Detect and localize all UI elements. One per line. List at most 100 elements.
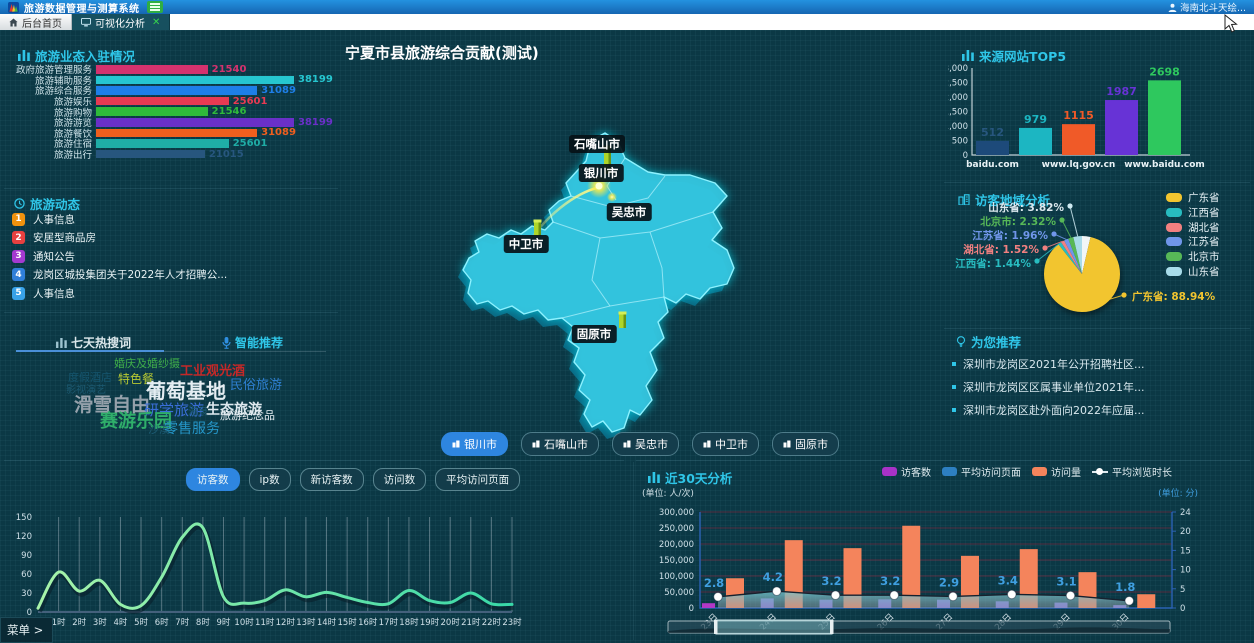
tab-visual-analysis[interactable]: 可视化分析 ✕ bbox=[72, 14, 170, 30]
duration-dot bbox=[772, 587, 781, 596]
svg-text:0: 0 bbox=[689, 604, 694, 614]
pie-legend-item[interactable]: 江西省 bbox=[1166, 205, 1220, 220]
datazoom-slider[interactable] bbox=[668, 620, 1170, 634]
legend-label: 访问量 bbox=[1051, 464, 1081, 479]
duration-dot bbox=[949, 592, 958, 601]
bar-value-label: 31089 bbox=[261, 127, 296, 138]
cloud-word[interactable]: 零售服务 bbox=[164, 422, 220, 436]
svg-text:50,000: 50,000 bbox=[664, 588, 694, 598]
menu-collapse-button[interactable]: 菜单 > bbox=[0, 617, 53, 643]
news-item[interactable]: 3通知公告 bbox=[12, 247, 332, 266]
dashboard-root: 旅游数据管理与测算系统 海南北斗天绘... 后台首页 可视化分析 ✕ 旅游业态入… bbox=[0, 0, 1254, 643]
news-rank-badge: 3 bbox=[12, 250, 25, 263]
building-icon bbox=[703, 440, 711, 448]
duration-dot bbox=[1125, 597, 1134, 606]
cloud-word[interactable]: 工业观光酒 bbox=[180, 365, 245, 378]
map-button-吴忠市[interactable]: 吴忠市 bbox=[612, 432, 679, 456]
bar-value-label: 25601 bbox=[233, 96, 268, 107]
svg-text:17时: 17时 bbox=[379, 617, 399, 628]
metric-button-访问数[interactable]: 访问数 bbox=[373, 468, 427, 491]
metric-button-新访客数[interactable]: 新访客数 bbox=[300, 468, 364, 491]
svg-text:0: 0 bbox=[1180, 604, 1185, 614]
svg-text:100,000: 100,000 bbox=[659, 572, 694, 582]
hamburger-menu-button[interactable] bbox=[147, 1, 163, 13]
bar-value-label: 21015 bbox=[209, 149, 244, 160]
news-item-text: 安居型商品房 bbox=[33, 230, 96, 245]
svg-text:12时: 12时 bbox=[276, 617, 296, 628]
cloud-word[interactable]: 民俗旅游 bbox=[230, 379, 282, 392]
cloud-word[interactable]: 温泉 bbox=[188, 408, 208, 418]
user-name: 海南北斗天绘... bbox=[1180, 0, 1246, 14]
svg-text:14时: 14时 bbox=[317, 617, 337, 628]
metric-button-平均访问页面[interactable]: 平均访问页面 bbox=[435, 468, 520, 491]
cursor-icon bbox=[1224, 14, 1239, 34]
pie-legend-item[interactable]: 江苏省 bbox=[1166, 234, 1220, 249]
legend-label: 江苏省 bbox=[1188, 234, 1220, 249]
source-bar bbox=[1019, 128, 1052, 155]
user-menu[interactable]: 海南北斗天绘... bbox=[1168, 0, 1246, 14]
slider-handle-right[interactable] bbox=[830, 620, 834, 634]
pie-legend-item[interactable]: 湖北省 bbox=[1166, 220, 1220, 235]
duration-dot bbox=[1066, 591, 1075, 600]
svg-text:120: 120 bbox=[16, 532, 32, 542]
svg-text:1,000: 1,000 bbox=[948, 122, 968, 132]
svg-text:8时: 8时 bbox=[196, 617, 210, 628]
duration-value-label: 1.8 bbox=[1115, 580, 1135, 594]
svg-text:200,000: 200,000 bbox=[659, 540, 694, 550]
map-button-银川市[interactable]: 银川市 bbox=[441, 432, 508, 456]
recommend-item[interactable]: 深圳市龙岗区赴外面向2022年应届... bbox=[952, 402, 1144, 418]
tab-label: 后台首页 bbox=[22, 15, 62, 30]
tab-smart-recommend[interactable]: 智能推荐 bbox=[222, 334, 283, 351]
pie-legend-item[interactable]: 北京市 bbox=[1166, 249, 1220, 264]
map-button-固原市[interactable]: 固原市 bbox=[772, 432, 839, 456]
legend-swatch bbox=[1032, 467, 1047, 476]
recommend-item[interactable]: 深圳市龙岗区区属事业单位2021年... bbox=[952, 379, 1144, 395]
close-tab-icon[interactable]: ✕ bbox=[152, 17, 160, 28]
legend-item-访问量[interactable]: 访问量 bbox=[1032, 464, 1081, 479]
panel-title-sources: 来源网站TOP5 bbox=[962, 46, 1066, 65]
news-item[interactable]: 4龙岗区城投集团关于2022年人才招聘公... bbox=[12, 266, 332, 285]
cloud-word[interactable]: 旅游纪念品 bbox=[220, 410, 275, 421]
map-button-中卫市[interactable]: 中卫市 bbox=[692, 432, 759, 456]
legend-swatch bbox=[1166, 208, 1182, 217]
legend-label: 江西省 bbox=[1188, 205, 1220, 220]
svg-text:18时: 18时 bbox=[399, 617, 419, 628]
svg-text:10时: 10时 bbox=[234, 617, 254, 628]
pie-legend-item[interactable]: 山东省 bbox=[1166, 264, 1220, 279]
panel-title-text: 旅游业态入驻情况 bbox=[35, 46, 135, 65]
pie-callout-label: 江苏省: 1.96% bbox=[972, 228, 1048, 243]
tab-backend-home[interactable]: 后台首页 bbox=[0, 14, 72, 30]
legend-swatch bbox=[882, 467, 897, 476]
bar-value-label: 2698 bbox=[1149, 65, 1180, 78]
news-item[interactable]: 5人事信息 bbox=[12, 284, 332, 303]
cloud-word[interactable]: 婚庆及婚纱摄 bbox=[114, 358, 180, 369]
cloud-word[interactable]: 葡萄基地 bbox=[146, 381, 226, 401]
svg-text:2,000: 2,000 bbox=[948, 93, 968, 103]
legend-item-平均浏览时长[interactable]: 平均浏览时长 bbox=[1092, 464, 1172, 479]
tab-hot-words[interactable]: 七天热搜词 bbox=[56, 334, 131, 351]
map-button-石嘴山市[interactable]: 石嘴山市 bbox=[521, 432, 599, 456]
bar-x-label: www.lq.gov.cn bbox=[1042, 160, 1116, 170]
metric-buttons: 访客数 ip数新访客数访问数平均访问页面 bbox=[186, 468, 520, 491]
news-item[interactable]: 2安居型商品房 bbox=[12, 229, 332, 248]
metric-button-ip数[interactable]: ip数 bbox=[249, 468, 291, 491]
slider-handle-left[interactable] bbox=[714, 620, 718, 634]
recommend-item[interactable]: 深圳市龙岗区2021年公开招聘社区... bbox=[952, 356, 1144, 372]
cloud-word[interactable]: 度假酒店 bbox=[68, 372, 112, 383]
bar-chart-icon bbox=[962, 50, 974, 61]
bullet-icon bbox=[952, 408, 956, 412]
legend-item-访客数[interactable]: 访客数 bbox=[882, 464, 931, 479]
metric-button-访客数[interactable]: 访客数 bbox=[186, 468, 240, 491]
bar bbox=[96, 86, 257, 95]
bar-value-label: 25601 bbox=[233, 138, 268, 149]
legend-item-平均访问页面[interactable]: 平均访问页面 bbox=[942, 464, 1021, 479]
legend-line-marker bbox=[1092, 467, 1108, 476]
divider bbox=[4, 312, 338, 313]
recommend-item-text: 深圳市龙岗区赴外面向2022年应届... bbox=[963, 402, 1144, 418]
svg-text:150: 150 bbox=[16, 513, 32, 523]
source-bar bbox=[976, 141, 1009, 155]
svg-text:90: 90 bbox=[21, 551, 32, 561]
pie-legend-item[interactable]: 广东省 bbox=[1166, 190, 1220, 205]
tab-label: 智能推荐 bbox=[235, 334, 283, 351]
bar-value-label: 1115 bbox=[1063, 109, 1094, 122]
